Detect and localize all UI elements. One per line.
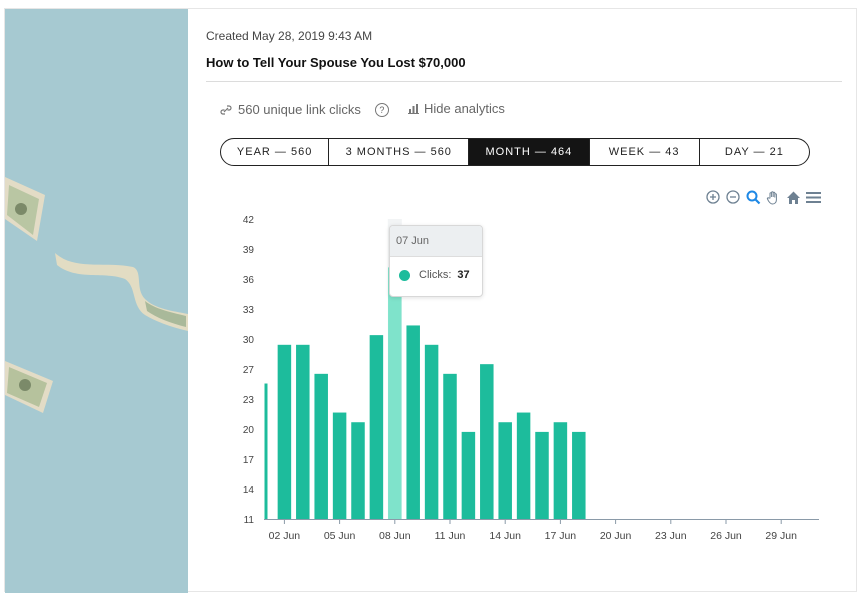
x-tick-label: 17 Jun <box>545 530 577 542</box>
home-reset-icon[interactable] <box>785 189 801 205</box>
created-timestamp: Created May 28, 2019 9:43 AM <box>206 29 373 43</box>
x-tick-label: 14 Jun <box>489 530 521 542</box>
help-icon[interactable]: ? <box>374 102 389 117</box>
unique-clicks-label: 560 unique link clicks <box>238 102 361 117</box>
bar[interactable] <box>443 373 457 519</box>
zoom-out-icon[interactable] <box>725 189 741 205</box>
bar[interactable] <box>277 344 292 519</box>
pan-hand-icon[interactable] <box>765 189 781 205</box>
zoom-selection-icon[interactable] <box>745 189 761 205</box>
tab-week[interactable]: WEEK — 43 <box>590 139 700 165</box>
x-tick-label: 11 Jun <box>435 530 466 542</box>
hide-analytics-button[interactable]: Hide analytics <box>408 101 505 116</box>
x-tick-label: 08 Jun <box>379 530 411 542</box>
y-tick-label: 39 <box>243 245 255 256</box>
bar[interactable] <box>369 335 384 519</box>
bar-chart-icon <box>408 103 419 114</box>
y-tick-label: 30 <box>243 335 255 346</box>
hide-analytics-label: Hide analytics <box>424 101 505 116</box>
y-tick-label: 33 <box>243 305 255 316</box>
y-tick-label: 23 <box>243 395 255 406</box>
bar[interactable] <box>296 344 310 519</box>
bar[interactable] <box>572 431 586 519</box>
x-tick-label: 02 Jun <box>269 530 301 542</box>
bar[interactable] <box>406 325 420 519</box>
chart-toolbar <box>705 189 821 205</box>
x-tick-label: 05 Jun <box>324 530 356 542</box>
y-tick-label: 17 <box>243 455 255 466</box>
link-card: Created May 28, 2019 9:43 AM How to Tell… <box>4 8 857 593</box>
link-icon <box>220 104 232 115</box>
bar[interactable] <box>535 431 549 519</box>
y-tick-label: 36 <box>243 275 255 286</box>
bar[interactable] <box>480 364 494 519</box>
bar[interactable] <box>516 412 531 519</box>
tooltip-body: Clicks: 37 <box>390 257 482 281</box>
tab-year[interactable]: YEAR — 560 <box>221 139 330 165</box>
tab-month[interactable]: MONTH — 464 <box>469 139 590 165</box>
bar[interactable] <box>332 412 347 519</box>
flying-money-image <box>5 177 188 413</box>
x-tick-label: 26 Jun <box>710 530 742 542</box>
clicks-bar-chart: 42 39 36 33 30 27 23 20 17 14 11 02 Jun 05 Jun 08 Ju… <box>243 215 819 542</box>
unique-clicks-stat: 560 unique link clicks ? <box>220 102 389 117</box>
y-tick-label: 14 <box>243 485 255 496</box>
x-tick-label: 20 Jun <box>600 530 632 542</box>
link-thumbnail <box>5 9 188 593</box>
divider <box>206 81 842 82</box>
tab-3-months[interactable]: 3 MONTHS — 560 <box>329 139 470 165</box>
bar[interactable] <box>424 344 439 519</box>
banknote-middle <box>55 253 188 331</box>
bar[interactable] <box>388 267 402 519</box>
tab-day[interactable]: DAY — 21 <box>700 139 809 165</box>
zoom-in-icon[interactable] <box>705 189 721 205</box>
y-tick-label: 27 <box>243 365 255 376</box>
analytics-panel: Created May 28, 2019 9:43 AM How to Tell… <box>206 9 856 591</box>
x-tick-label: 29 Jun <box>765 530 797 542</box>
x-tick-label: 23 Jun <box>655 530 687 542</box>
banknote-top <box>5 177 45 241</box>
tooltip-date: 07 Jun <box>390 226 482 257</box>
bar[interactable] <box>461 431 476 519</box>
bar[interactable] <box>553 422 568 519</box>
y-tick-label: 20 <box>243 425 255 436</box>
bar[interactable] <box>314 373 328 519</box>
bar[interactable] <box>498 422 512 519</box>
tooltip-series-label: Clicks: <box>419 269 452 281</box>
menu-icon[interactable] <box>805 189 821 205</box>
banknote-bottom <box>5 361 53 413</box>
bar[interactable] <box>264 383 268 519</box>
tooltip-value: 37 <box>457 269 470 281</box>
link-title: How to Tell Your Spouse You Lost $70,000 <box>206 55 466 70</box>
y-tick-label: 11 <box>244 515 255 526</box>
chart-tooltip: 07 Jun Clicks: 37 <box>389 225 483 297</box>
series-color-dot <box>399 269 410 281</box>
y-tick-label: 42 <box>243 215 255 226</box>
period-tabs: YEAR — 560 3 MONTHS — 560 MONTH — 464 WE… <box>220 138 810 166</box>
bar[interactable] <box>351 422 365 519</box>
